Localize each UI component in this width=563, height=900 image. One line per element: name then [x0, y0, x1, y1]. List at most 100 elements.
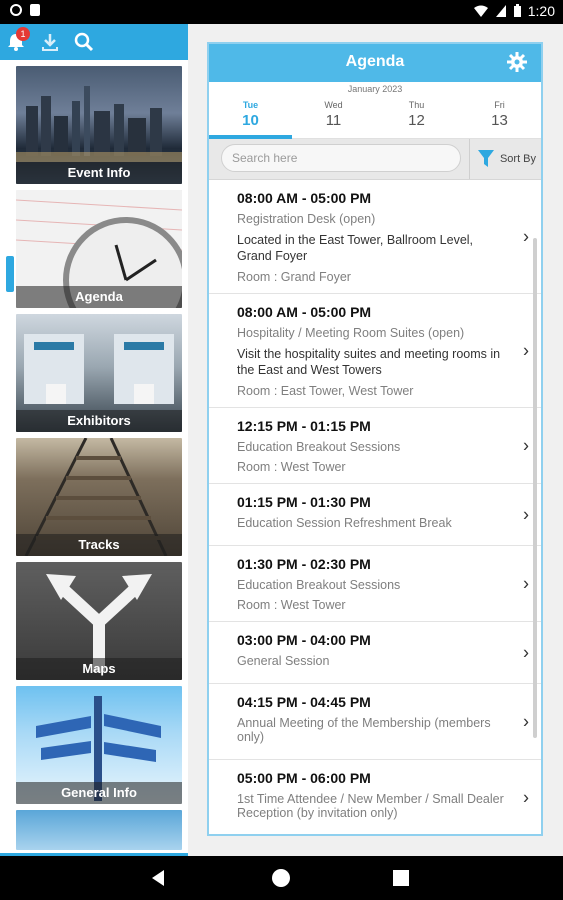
download-icon — [42, 34, 58, 51]
item-name: 1st Time Attendee / New Member / Small D… — [237, 792, 504, 820]
chevron-right-icon: › — [523, 435, 529, 455]
back-icon[interactable] — [150, 869, 166, 887]
chevron-right-icon: › — [523, 711, 529, 731]
item-name: Education Breakout Sessions — [237, 578, 401, 592]
day-of-week: Thu — [408, 100, 425, 110]
list-item[interactable]: 08:00 AM - 05:00 PM Registration Desk (o… — [209, 180, 541, 294]
tile-label: Exhibitors — [16, 410, 182, 432]
tile-label: Tracks — [16, 534, 182, 556]
chevron-right-icon: › — [523, 573, 529, 593]
day-tab-thu[interactable]: Thu 12 — [375, 96, 458, 138]
day-number: 12 — [408, 112, 425, 129]
item-name: Hospitality / Meeting Room Suites (open) — [237, 326, 465, 340]
list-item[interactable]: 04:15 PM - 04:45 PM Annual Meeting of th… — [209, 684, 541, 760]
item-time: 01:15 PM - 01:30 PM — [237, 494, 371, 510]
system-nav-bar — [0, 856, 563, 900]
month-label: January 2023 — [347, 84, 403, 94]
tile-label: Agenda — [16, 286, 182, 308]
day-number: 11 — [325, 112, 342, 129]
day-tab-tue[interactable]: Tue 10 — [209, 96, 292, 139]
sort-by-label: Sort By — [499, 153, 537, 165]
item-room: Room : East Tower, West Tower — [237, 384, 414, 398]
tile-exhibitors[interactable]: Exhibitors — [16, 314, 182, 432]
item-description: Visit the hospitality suites and meeting… — [237, 347, 501, 377]
item-time: 12:15 PM - 01:15 PM — [237, 418, 371, 434]
chevron-right-icon: › — [523, 340, 529, 360]
download-button[interactable] — [38, 30, 62, 54]
chevron-right-icon: › — [523, 504, 529, 524]
day-number: 10 — [242, 112, 259, 129]
item-name: Education Breakout Sessions — [237, 440, 401, 454]
toolbar-icons: 1 — [4, 27, 96, 54]
list-item[interactable]: 08:00 AM - 05:00 PM Hospitality / Meetin… — [209, 294, 541, 408]
gear-icon — [507, 52, 527, 72]
day-of-week: Fri — [494, 100, 505, 110]
item-time: 01:30 PM - 02:30 PM — [237, 556, 371, 572]
status-time: 1:20 — [527, 3, 555, 19]
settings-button[interactable] — [507, 52, 527, 77]
tile-more[interactable] — [16, 810, 182, 850]
item-room: Room : West Tower — [237, 460, 346, 474]
item-room: Room : West Tower — [237, 598, 346, 612]
item-name: Education Session Refreshment Break — [237, 516, 452, 530]
day-tabs: Tue 10 Wed 11 Thu 12 Fri 13 — [209, 96, 541, 139]
sd-card-icon — [30, 4, 40, 16]
item-time: 08:00 AM - 05:00 PM — [237, 304, 372, 320]
notification-badge: 1 — [16, 27, 30, 41]
tile-tracks[interactable]: Tracks — [16, 438, 182, 556]
recents-icon[interactable] — [393, 870, 409, 886]
day-of-week: Wed — [324, 100, 343, 110]
chevron-right-icon: › — [523, 642, 529, 662]
search-icon — [74, 32, 94, 52]
search-input[interactable]: Search here — [221, 144, 461, 172]
list-item[interactable]: 05:00 PM - 06:00 PM 1st Time Attendee / … — [209, 760, 541, 834]
list-scrollbar[interactable] — [533, 238, 537, 738]
chevron-right-icon: › — [523, 787, 529, 807]
agenda-title: Agenda — [345, 53, 405, 70]
signal-icon — [495, 5, 506, 17]
list-item[interactable]: 03:00 PM - 04:00 PM General Session › — [209, 622, 541, 684]
status-bar: 1:20 — [0, 0, 563, 24]
agenda-header: Agenda — [209, 44, 541, 82]
left-navigation: 1 Event Info Agenda Exhibitors Tracks Ma… — [0, 24, 188, 856]
list-item[interactable]: 12:15 PM - 01:15 PM Education Breakout S… — [209, 408, 541, 484]
tile-event-info[interactable]: Event Info — [16, 66, 182, 184]
item-room: Room : Grand Foyer — [237, 270, 351, 284]
tile-label: Event Info — [16, 162, 182, 184]
wifi-icon — [473, 5, 488, 17]
tile-agenda[interactable]: Agenda — [16, 190, 182, 308]
item-time: 05:00 PM - 06:00 PM — [237, 770, 371, 786]
selected-indicator — [6, 256, 14, 292]
item-name: Annual Meeting of the Membership (member… — [237, 716, 491, 744]
agenda-list: 08:00 AM - 05:00 PM Registration Desk (o… — [209, 180, 541, 834]
sort-by-button[interactable]: Sort By — [469, 139, 541, 179]
item-time: 04:15 PM - 04:45 PM — [237, 694, 371, 710]
tile-general-info[interactable]: General Info — [16, 686, 182, 804]
tile-label: Maps — [16, 658, 182, 680]
home-icon[interactable] — [272, 869, 290, 887]
notifications-button[interactable]: 1 — [4, 27, 30, 54]
item-name: General Session — [237, 654, 330, 668]
search-button[interactable] — [72, 30, 96, 54]
left-toolbar: 1 — [0, 24, 188, 60]
status-left-icons — [10, 4, 40, 16]
item-name: Registration Desk (open) — [237, 212, 376, 226]
status-right: 1:20 — [473, 3, 555, 19]
agenda-panel: Agenda January 2023 Tue 10 Wed 11 Thu 12… — [207, 42, 543, 836]
item-time: 08:00 AM - 05:00 PM — [237, 190, 372, 206]
filter-icon — [477, 150, 494, 167]
day-tab-wed[interactable]: Wed 11 — [292, 96, 375, 138]
list-item[interactable]: 01:30 PM - 02:30 PM Education Breakout S… — [209, 546, 541, 622]
day-number: 13 — [491, 112, 508, 129]
item-time: 03:00 PM - 04:00 PM — [237, 632, 371, 648]
chevron-right-icon: › — [523, 226, 529, 246]
battery-icon — [513, 4, 521, 17]
tile-maps[interactable]: Maps — [16, 562, 182, 680]
day-of-week: Tue — [242, 100, 259, 110]
list-item[interactable]: 01:15 PM - 01:30 PM Education Session Re… — [209, 484, 541, 546]
record-icon — [10, 4, 22, 16]
menu-tiles: Event Info Agenda Exhibitors Tracks Maps… — [16, 66, 182, 856]
item-description: Located in the East Tower, Ballroom Leve… — [237, 233, 474, 263]
search-bar: Search here Sort By — [209, 139, 541, 180]
day-tab-fri[interactable]: Fri 13 — [458, 96, 541, 138]
